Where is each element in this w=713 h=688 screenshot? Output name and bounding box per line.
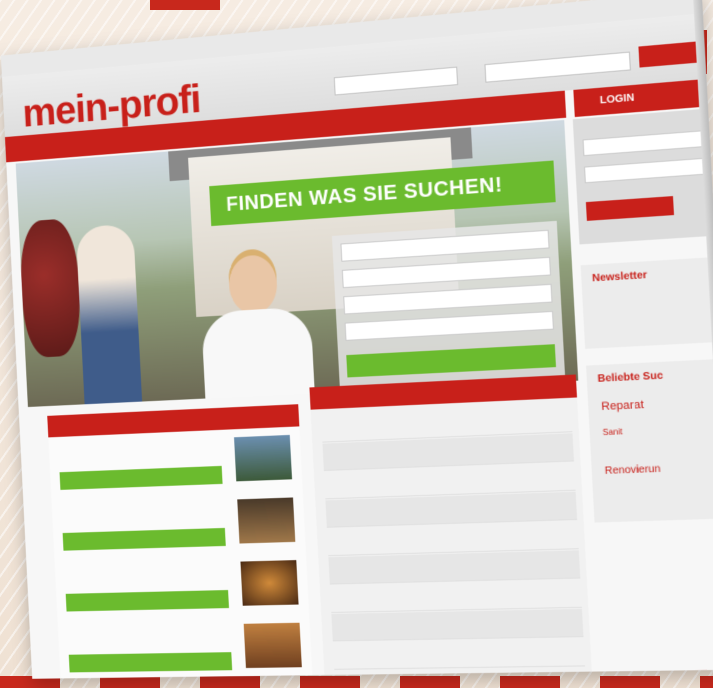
hero-location-field[interactable] [341,256,552,289]
newsletter-title: Newsletter [591,269,648,285]
website-screenshot: mein-profi LOGIN FINDEN WAS SIE SUCHEN! [0,0,713,679]
category-link[interactable] [328,550,581,585]
hero-section: FINDEN WAS SIE SUCHEN! [15,119,579,408]
featured-column [47,404,313,679]
search-location-input[interactable] [484,51,631,83]
category-link[interactable] [331,608,584,642]
hero-search-field[interactable] [340,229,550,262]
hero-search-form [331,220,566,386]
hero-category-field[interactable] [344,310,554,341]
feature-button[interactable] [59,465,223,490]
hero-person-body [200,306,315,403]
category-link[interactable] [329,579,582,613]
hero-person-woman [198,252,315,403]
feature-image [243,622,302,668]
category-column [309,374,593,679]
username-field[interactable] [582,130,704,157]
popular-search-link[interactable]: Sanit [602,427,622,437]
hero-person-head [227,253,279,316]
decorative-tab [150,0,220,10]
popular-searches-panel: Beliebte Suc Reparat Sanit Renovierun [586,358,713,523]
feature-button[interactable] [65,590,229,612]
popular-search-link[interactable]: Reparat [601,399,644,414]
hero-search-button[interactable] [346,344,557,378]
login-box [572,108,713,245]
feature-item [54,434,296,502]
feature-item [57,497,300,562]
hero-person-man [75,223,143,405]
popular-searches-title: Beliebte Suc [597,370,664,385]
feature-image [240,560,299,606]
login-title: LOGIN [599,92,635,107]
feature-item [61,560,304,623]
right-sidebar: Newsletter Beliebte Suc Reparat Sanit Re… [572,108,713,664]
feature-image [234,434,293,482]
newsletter-panel: Newsletter [580,256,713,349]
popular-search-link[interactable]: Renovierun [604,463,660,477]
feature-image [237,497,296,544]
login-button[interactable] [585,196,675,221]
feature-button[interactable] [62,527,226,551]
featured-header [47,404,300,438]
hero-tree [18,217,83,359]
password-field[interactable] [583,157,706,184]
feature-button[interactable] [68,652,233,673]
feature-item [64,622,307,679]
category-link[interactable] [332,638,586,670]
hero-radius-field[interactable] [343,283,553,315]
search-keyword-input[interactable] [333,66,459,96]
